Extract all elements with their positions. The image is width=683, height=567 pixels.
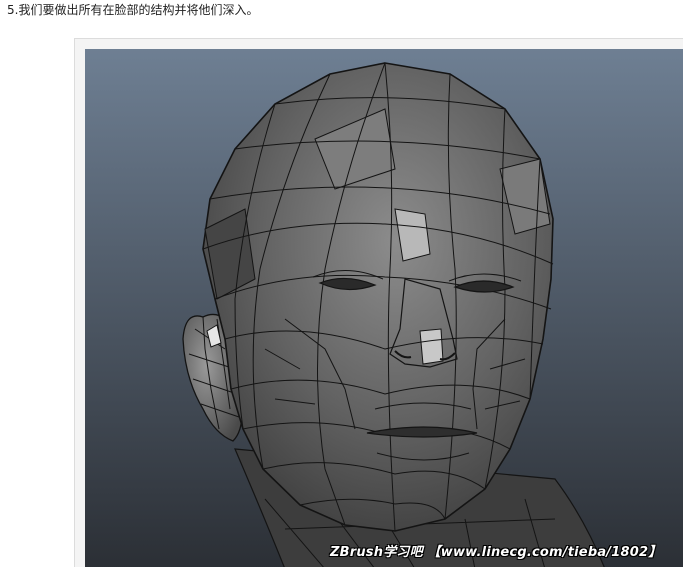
head-wireframe-image <box>85 49 683 567</box>
image-watermark: ZBrush学习吧 【www.linecg.com/tieba/1802】 <box>330 541 661 560</box>
step-instruction-text: 5.我们要做出所有在脸部的结构并将他们深入。 <box>7 3 259 17</box>
watermark-link: 【www.linecg.com/tieba/1802】 <box>427 545 662 560</box>
nose-highlight <box>419 328 444 365</box>
head-wireframe-icon <box>85 49 683 567</box>
watermark-prefix: ZBrush学习吧 <box>330 545 423 560</box>
article-page: 5.我们要做出所有在脸部的结构并将他们深入。 ZBrush学习吧 【www.li… <box>0 0 683 567</box>
